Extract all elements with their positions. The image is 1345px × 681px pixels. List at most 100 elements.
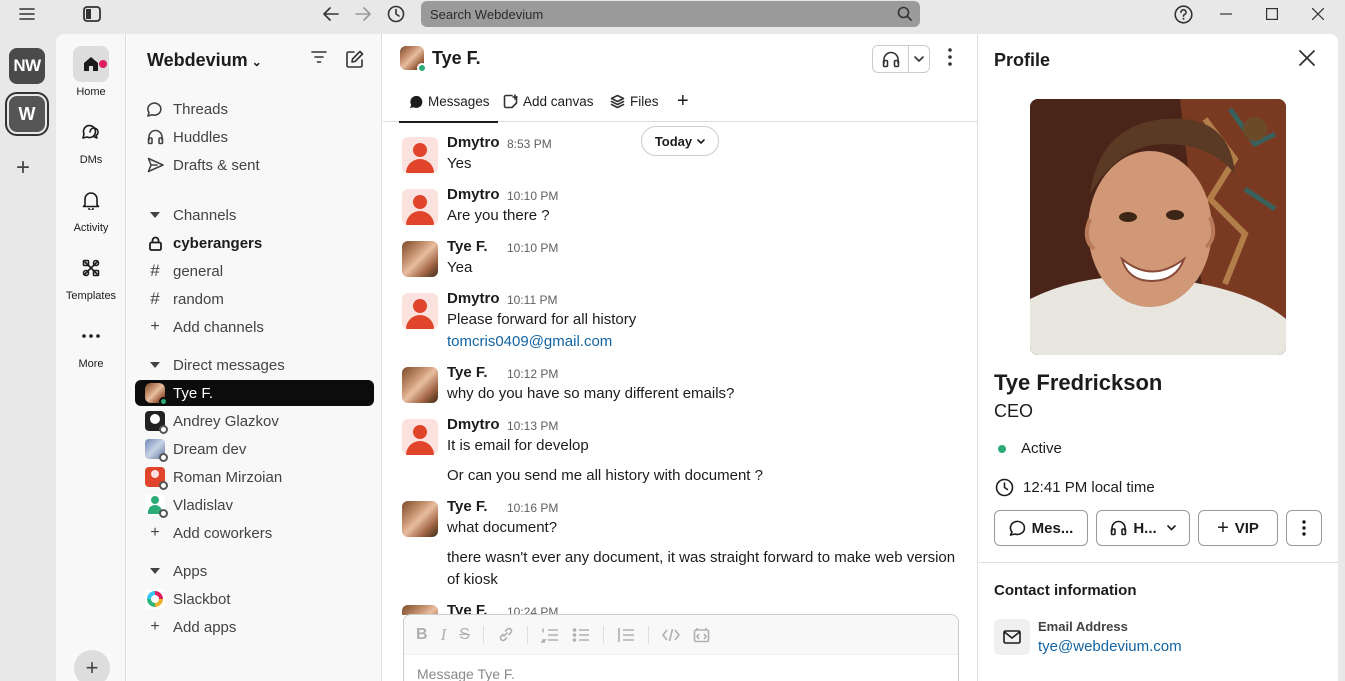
message-time[interactable]: 10:16 PM (507, 501, 558, 515)
profile-more-icon[interactable] (1286, 510, 1322, 546)
add-workspace-icon[interactable]: + (16, 156, 30, 180)
section-label: Channels (173, 206, 237, 224)
close-icon[interactable] (1299, 50, 1315, 66)
filter-icon[interactable] (311, 50, 327, 64)
bulleted-list-icon[interactable] (572, 627, 590, 643)
message-time[interactable]: 10:11 PM (507, 293, 557, 307)
date-divider-pill[interactable]: Today (641, 126, 719, 156)
workspace-w[interactable]: W (5, 92, 49, 136)
sidebar-item-andrey-glazkov[interactable]: Andrey Glazkov (135, 408, 374, 434)
message-time[interactable]: 10:10 PM (507, 189, 558, 203)
message-button[interactable]: Mes... (994, 510, 1088, 546)
code-icon[interactable] (661, 628, 680, 642)
toolbar-divider (647, 625, 649, 644)
sidebar-item-tye-f[interactable]: Tye F. (135, 380, 374, 406)
message-author[interactable]: Tye F. (447, 498, 488, 515)
nav-dms[interactable]: DMs (56, 114, 126, 166)
message-time[interactable]: 10:12 PM (507, 367, 558, 381)
sidebar-item-dream-dev[interactable]: Dream dev (135, 436, 374, 462)
forward-arrow-icon[interactable] (352, 4, 374, 24)
tab-files[interactable]: Files (610, 94, 659, 109)
avatar (141, 439, 169, 462)
add-tab-icon[interactable]: + (677, 90, 689, 113)
local-time-text: 12:41 PM local time (1023, 479, 1155, 496)
message-time[interactable]: 8:53 PM (507, 137, 552, 151)
sidebar-item-cyberangers[interactable]: cyberangers (135, 230, 374, 256)
sidebar-item-huddles[interactable]: Huddles (135, 124, 374, 150)
link-icon[interactable] (497, 626, 514, 643)
profile-photo[interactable] (1030, 99, 1286, 355)
plus-icon: + (150, 618, 160, 635)
email-link[interactable]: tomcris0409@gmail.com (447, 331, 612, 353)
dm-section-header[interactable]: Direct messages (135, 352, 374, 378)
sidebar-item-label: Huddles (173, 128, 229, 146)
search-input[interactable]: Search Webdevium (421, 1, 920, 27)
nav-more[interactable]: More (56, 318, 126, 370)
conversation-more-icon[interactable] (948, 48, 952, 66)
nav-templates[interactable]: Templates (56, 250, 126, 302)
code-block-icon[interactable] (693, 627, 710, 643)
avatar (402, 293, 438, 329)
message-time[interactable]: 10:13 PM (507, 419, 558, 433)
caret-down-icon (141, 362, 169, 368)
sidebar-item-threads[interactable]: Threads (135, 96, 374, 122)
compose-icon[interactable] (345, 50, 364, 69)
vip-button[interactable]: + VIP (1198, 510, 1278, 546)
strikethrough-icon[interactable]: S (459, 626, 470, 644)
message-author[interactable]: Tye F. (447, 364, 488, 381)
message-composer[interactable]: B I S Message Tye F. (403, 614, 959, 681)
blockquote-icon[interactable] (617, 627, 635, 643)
apps-section-header[interactable]: Apps (135, 558, 374, 584)
profile-local-time: 12:41 PM local time (995, 478, 1155, 497)
sidebar-item-vladislav[interactable]: Vladislav (135, 492, 374, 518)
toolbar-divider (526, 625, 528, 644)
numbered-list-icon[interactable] (540, 627, 559, 643)
plus-icon: + (150, 524, 160, 541)
message-author[interactable]: Tye F. (447, 238, 488, 255)
add-channels-button[interactable]: + Add channels (135, 314, 374, 340)
chevron-down-icon[interactable] (909, 56, 929, 62)
huddle-button[interactable] (872, 45, 930, 73)
divider (979, 562, 1338, 563)
message-author[interactable]: Dmytro (447, 134, 500, 151)
message-author[interactable]: Dmytro (447, 186, 500, 203)
nav-activity[interactable]: Activity (56, 182, 126, 234)
help-icon[interactable] (1172, 4, 1194, 24)
email-link[interactable]: tye@webdevium.com (1038, 638, 1182, 655)
composer-placeholder: Message Tye F. (417, 666, 515, 681)
layers-icon (610, 94, 625, 109)
message-author[interactable]: Dmytro (447, 416, 500, 433)
tab-label: Messages (428, 94, 490, 109)
back-arrow-icon[interactable] (320, 4, 342, 24)
workspace-name-menu[interactable]: Webdevium ⌄ (147, 50, 262, 71)
close-window-icon[interactable] (1307, 4, 1329, 24)
sidebar-item-general[interactable]: # general (135, 258, 374, 284)
sidebar-item-roman-mirzoian[interactable]: Roman Mirzoian (135, 464, 374, 490)
channels-section-header[interactable]: Channels (135, 202, 374, 228)
sidebar-item-slackbot[interactable]: Slackbot (135, 586, 374, 612)
add-apps-button[interactable]: + Add apps (135, 614, 374, 640)
huddle-dropdown-button[interactable]: H... (1096, 510, 1190, 546)
minimize-icon[interactable] (1215, 4, 1237, 24)
italic-icon[interactable]: I (441, 625, 447, 645)
message-author[interactable]: Dmytro (447, 290, 500, 307)
maximize-icon[interactable] (1261, 4, 1283, 24)
workspace-nw[interactable]: NW (9, 48, 45, 84)
avatar (400, 46, 427, 73)
message-time[interactable]: 10:10 PM (507, 241, 558, 255)
add-coworkers-button[interactable]: + Add coworkers (135, 520, 374, 546)
bold-icon[interactable]: B (416, 626, 428, 644)
menu-icon[interactable] (16, 4, 38, 24)
nav-home[interactable]: Home (56, 46, 126, 98)
sidebar-item-drafts[interactable]: Drafts & sent (135, 152, 374, 178)
sidebar-toggle-icon[interactable] (81, 4, 103, 24)
caret-down-icon (141, 212, 169, 218)
tab-messages[interactable]: Messages (399, 94, 498, 123)
conversation-title[interactable]: Tye F. (400, 46, 481, 73)
history-clock-icon[interactable] (385, 4, 407, 24)
tab-add-canvas[interactable]: Add canvas (503, 94, 594, 109)
nav-activity-label: Activity (73, 222, 109, 234)
headphones-icon (1110, 520, 1127, 536)
sidebar-item-random[interactable]: # random (135, 286, 374, 312)
create-new-button[interactable]: + (74, 650, 110, 681)
